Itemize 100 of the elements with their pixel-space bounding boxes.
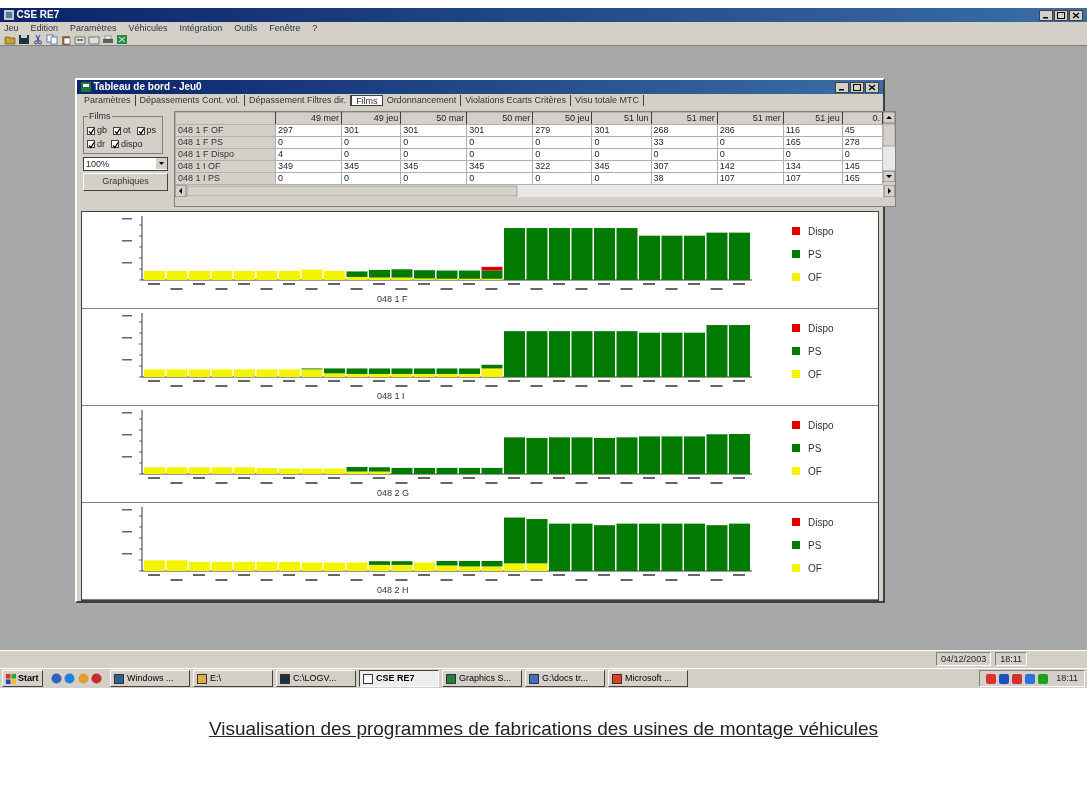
bar [211, 561, 233, 571]
bar [144, 270, 165, 280]
taskbar-button[interactable]: E:\ [193, 670, 273, 687]
legend-label: Dispo [808, 515, 834, 530]
checkbox[interactable] [87, 126, 95, 135]
bar [706, 433, 728, 474]
bar [729, 433, 750, 474]
bar [346, 368, 368, 377]
taskbar-button[interactable]: CSE RE7 [359, 670, 439, 687]
close-icon[interactable] [865, 81, 879, 93]
taskbar-button[interactable]: G:\docs tr... [525, 670, 605, 687]
taskbar-button[interactable]: C:\LOGV... [276, 670, 356, 687]
bar [684, 436, 705, 474]
start-button[interactable]: Start [2, 670, 43, 687]
bar [684, 523, 705, 571]
bar [279, 368, 300, 377]
bar [414, 562, 435, 571]
bar [369, 560, 390, 571]
checkbox-label: dispo [121, 137, 143, 151]
bar [616, 227, 638, 280]
status-time: 18:11 [995, 652, 1027, 666]
checkbox[interactable] [111, 140, 119, 149]
menu-item[interactable]: Paramètres [70, 22, 117, 34]
bar [729, 523, 750, 571]
checkbox[interactable] [113, 126, 121, 135]
bar [549, 330, 570, 377]
bar [211, 368, 233, 377]
minimize-icon[interactable] [1039, 9, 1053, 21]
paste-icon[interactable] [60, 34, 72, 45]
bar [571, 523, 593, 571]
column-header: 51 jeu [783, 112, 843, 125]
print-icon[interactable] [102, 34, 114, 45]
legend-label: OF [808, 561, 822, 576]
menu-item[interactable]: Jeu [4, 22, 19, 34]
window-icon [612, 673, 622, 684]
bar [639, 523, 660, 571]
bar [436, 270, 458, 280]
copy-icon[interactable] [46, 34, 58, 45]
menu-item[interactable]: Fenêtre [269, 22, 301, 34]
checkbox-label: gb [97, 124, 107, 137]
vertical-scrollbar[interactable] [883, 112, 895, 182]
bar [661, 436, 683, 474]
minimize-icon[interactable] [835, 81, 849, 93]
bar [571, 330, 593, 377]
bar [301, 368, 323, 377]
menu-item[interactable]: ? [312, 22, 318, 34]
menu-item[interactable]: Véhicules [128, 22, 168, 34]
taskbar-button[interactable]: Windows ... [110, 670, 190, 687]
maximize-icon[interactable] [850, 81, 864, 93]
bar [391, 368, 413, 377]
bar [549, 523, 570, 571]
bar [526, 518, 548, 571]
menu-item[interactable]: Edition [30, 22, 59, 34]
maximize-icon[interactable] [1054, 9, 1068, 21]
bar [391, 268, 413, 280]
bar [189, 270, 210, 280]
zoom-dropdown[interactable]: 100% [83, 156, 168, 171]
bar [526, 437, 548, 474]
bar [436, 560, 458, 571]
bar [324, 270, 345, 280]
taskbar-button[interactable]: Microsoft ... [608, 670, 688, 687]
legend-label: OF [808, 464, 822, 479]
bar [684, 235, 705, 280]
close-icon[interactable] [1069, 9, 1083, 21]
bar [661, 332, 683, 377]
column-header: 51 mer [717, 112, 784, 125]
menu-item[interactable]: Outils [234, 22, 258, 34]
checkbox-label: ot [123, 124, 131, 137]
cut-icon[interactable] [32, 34, 44, 45]
bar [639, 235, 660, 280]
bar [571, 227, 593, 280]
app-title: CSE RE7 [16, 8, 60, 22]
chart-title: 048 2 H [376, 584, 410, 595]
caption: Visualisation des programmes de fabrications des usines de montage véhicules [207, 718, 880, 740]
bar [616, 436, 638, 474]
save-icon[interactable] [18, 34, 30, 45]
taskbar-button[interactable]: Graphics S... [442, 670, 522, 687]
bar [301, 269, 323, 280]
checkbox[interactable] [136, 126, 145, 135]
bar [144, 368, 165, 377]
bar [594, 227, 615, 280]
app-icon [4, 10, 14, 20]
tab[interactable]: Films [351, 95, 383, 106]
horizontal-scrollbar[interactable] [175, 185, 895, 197]
bar [256, 561, 278, 571]
bar [706, 324, 728, 377]
window-icon [197, 673, 207, 684]
menu-item[interactable]: Intégration [179, 22, 223, 34]
bar [616, 523, 638, 571]
checkbox[interactable] [87, 140, 95, 149]
bar [459, 560, 480, 571]
bar [391, 560, 413, 571]
bar [526, 330, 548, 377]
window-icon [114, 673, 124, 684]
column-header: 50 mar [400, 112, 467, 125]
bar [436, 368, 458, 377]
chart-title: 048 1 F [376, 293, 409, 304]
graphs-button[interactable]: Graphiques [83, 173, 168, 191]
spreadsheet-icon[interactable] [116, 34, 128, 45]
chart-title: 048 2 G [376, 487, 411, 498]
